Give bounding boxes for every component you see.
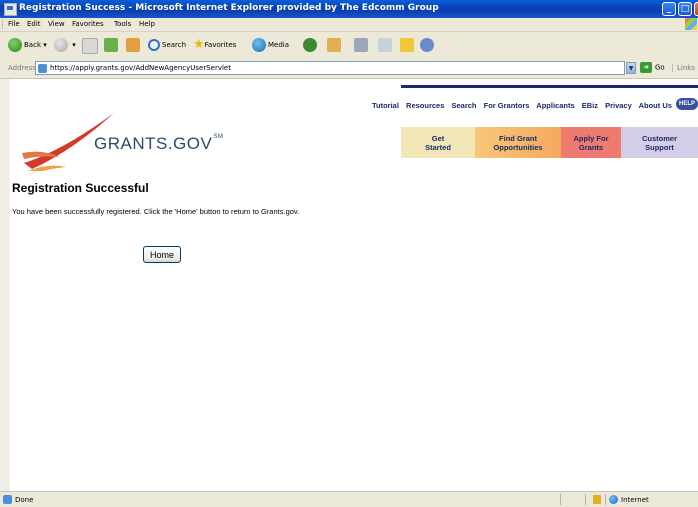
back-button[interactable]: Back ▾ [8,36,47,54]
status-divider [585,494,586,505]
window-title: Registration Success - Microsoft Interne… [19,3,439,13]
toolbar-grip [2,20,5,29]
nav-applicants[interactable]: Applicants [536,101,574,110]
forward-button[interactable]: ▾ [54,36,76,54]
home-button[interactable]: Home [143,246,182,263]
go-arrow-icon: ➜ [640,62,652,73]
internet-zone-icon [609,495,618,504]
address-dropdown-icon[interactable]: ▼ [626,62,636,74]
nav-privacy[interactable]: Privacy [605,101,632,110]
folder-icon[interactable] [400,38,414,52]
nav-resources[interactable]: Resources [406,101,444,110]
minimize-button[interactable]: _ [662,2,676,16]
help-button[interactable]: HELP [676,98,698,110]
success-message: You have been successfully registered. C… [12,207,300,216]
status-text: Done [15,496,34,504]
print-icon[interactable] [354,38,368,52]
nav-search[interactable]: Search [452,101,477,110]
tab-get-started[interactable]: Get Started [401,127,475,158]
page-content: GRANTS.GOVSM Tutorial Resources Search F… [10,79,698,491]
menu-view[interactable]: View [48,20,65,28]
media-button[interactable]: Media [252,36,289,54]
page-icon [38,64,47,73]
menu-favorites[interactable]: Favorites [72,20,104,28]
menu-file[interactable]: File [8,20,20,28]
favorites-button[interactable]: ★Favorites [193,36,236,54]
tab-customer-support[interactable]: Customer Support [621,127,698,158]
mail-icon[interactable] [327,38,341,52]
history-icon[interactable] [303,38,317,52]
menu-bar: File Edit View Favorites Tools Help [0,18,698,32]
left-margin [0,79,10,491]
status-divider [560,494,561,505]
top-nav-rule [401,85,698,88]
search-icon [148,39,160,51]
standard-toolbar: Back ▾ ▾ Search ★Favorites Media [0,32,698,59]
menu-edit[interactable]: Edit [27,20,41,28]
brand-name[interactable]: GRANTS.GOVSM [94,134,223,154]
nav-tutorial[interactable]: Tutorial [372,101,399,110]
status-bar: Done Internet [0,491,698,507]
favorites-star-icon: ★ [193,37,205,52]
menu-help[interactable]: Help [139,20,155,28]
nav-for-grantors[interactable]: For Grantors [484,101,530,110]
windows-logo-icon [685,18,697,30]
tab-apply-for-grants[interactable]: Apply For Grants [561,127,621,158]
back-arrow-icon [8,38,22,52]
main-tabs: Get Started Find Grant Opportunities Apply… [401,127,698,158]
done-page-icon [3,495,12,504]
status-divider [605,494,606,505]
search-button[interactable]: Search [148,36,186,54]
forward-arrow-icon [54,38,68,52]
links-button[interactable]: Links [672,64,695,72]
nav-about-us[interactable]: About Us [639,101,672,110]
top-nav: Tutorial Resources Search For Grantors A… [372,101,677,110]
home-icon[interactable] [126,38,140,52]
refresh-icon[interactable] [104,38,118,52]
address-label: Address [8,64,36,72]
tab-find-grant-opportunities[interactable]: Find Grant Opportunities [475,127,561,158]
go-button[interactable]: ➜ Go [640,62,665,73]
ie-page-icon [4,3,17,16]
edit-icon[interactable] [378,38,392,52]
nav-ebiz[interactable]: EBiz [582,101,598,110]
close-button[interactable] [694,2,698,16]
window-title-bar: Registration Success - Microsoft Interne… [0,0,698,18]
address-input[interactable] [50,62,610,74]
address-field[interactable] [35,61,625,75]
security-zone: Internet [621,496,649,504]
media-icon [252,38,266,52]
address-bar: Address ▼ ➜Go Links [0,58,698,79]
menu-tools[interactable]: Tools [114,20,131,28]
lock-icon [593,495,601,504]
page-title: Registration Successful [12,181,149,195]
messenger-icon[interactable] [420,38,434,52]
maximize-button[interactable]: □ [678,2,692,16]
stop-icon[interactable] [82,38,98,54]
